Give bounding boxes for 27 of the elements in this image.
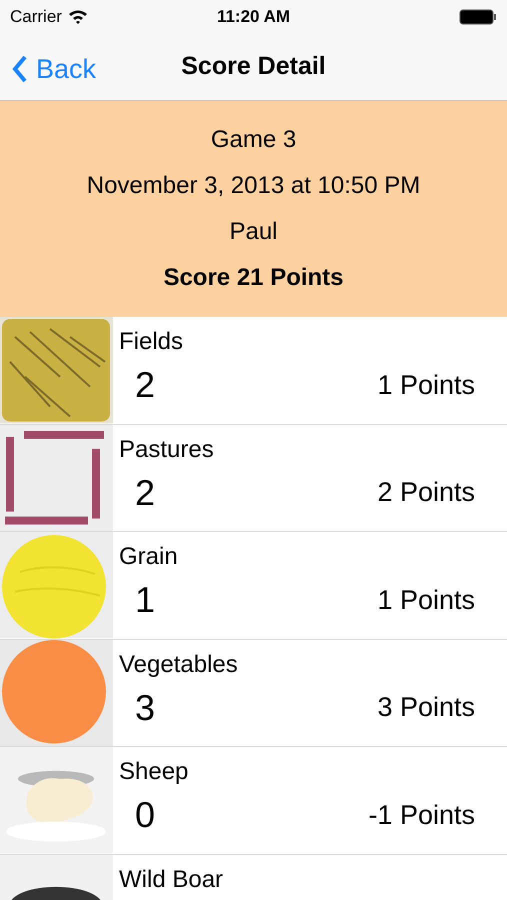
category-count: 3 [135, 686, 156, 730]
player-name: Paul [229, 217, 278, 247]
category-count: 2 [135, 470, 156, 514]
screen-title: Score Detail [181, 50, 326, 82]
category-points: 1 Points [377, 584, 475, 617]
category-name: Sheep [119, 757, 188, 787]
score-total: Score 21 Points [163, 263, 344, 293]
category-name: Fields [119, 327, 184, 357]
category-name: Pastures [119, 434, 214, 464]
chevron-left-icon [12, 55, 28, 84]
category-name: Grain [119, 542, 178, 572]
category-points: 1 Points [377, 368, 475, 402]
category-count: 2 [135, 363, 156, 407]
wifi-icon [68, 9, 88, 24]
category-points: 3 Points [377, 691, 475, 724]
carrier-label: Carrier [10, 6, 62, 28]
status-time: 11:20 AM [216, 6, 290, 28]
game-date: November 3, 2013 at 10:50 PM [86, 171, 420, 201]
battery-icon [458, 8, 497, 24]
back-button[interactable]: Back [12, 49, 96, 90]
category-points: -1 Points [368, 798, 475, 832]
category-count: 0 [135, 793, 156, 837]
game-title: Game 3 [210, 125, 296, 155]
category-count: 1 [135, 578, 156, 622]
category-name: Wild Boar [119, 864, 224, 894]
category-points: 2 Points [377, 476, 475, 510]
category-name: Vegetables [119, 650, 238, 680]
